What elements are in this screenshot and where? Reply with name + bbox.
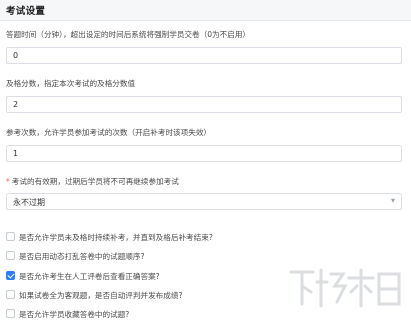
pass-score-label: 及格分数，指定本次考试的及格分数值 — [6, 79, 136, 88]
option-favorite-questions[interactable]: 是否允许学员收藏答卷中的试题? — [6, 304, 130, 319]
checkbox[interactable] — [6, 232, 15, 241]
checkbox[interactable] — [6, 290, 15, 299]
option-label: 如果试卷全为客观题，是否自动评判并发布成绩? — [19, 291, 183, 300]
option-label: 是否启用动态打乱答卷中的试题顺序? — [19, 252, 145, 261]
validity-label-text: 考试的有效期，过期后学员将不可再继续参加考试 — [11, 177, 179, 186]
checkbox-checked[interactable] — [6, 271, 15, 280]
option-retake-until-pass[interactable]: 是否允许学员未及格时持续补考，并直到及格后补考结束? — [6, 227, 213, 242]
section-header: 考试设置 — [0, 0, 411, 21]
option-label: 是否允许学员未及格时持续补考，并直到及格后补考结束? — [19, 233, 213, 242]
pass-score-value: 2 — [13, 100, 19, 109]
option-label: 是否允许学员收藏答卷中的试题? — [19, 310, 130, 319]
option-shuffle-questions[interactable]: 是否启用动态打乱答卷中的试题顺序? — [6, 246, 145, 261]
attempts-label: 参考次数，允许学员参加考试的次数（开启补考时该项失效） — [6, 128, 212, 137]
required-mark: * — [6, 177, 10, 186]
validity-select[interactable]: 永不过期 ▾ — [6, 193, 402, 210]
chevron-down-icon: ▾ — [390, 196, 395, 205]
option-view-answers[interactable]: 是否允许考生在人工评卷后查看正确答案? — [6, 266, 160, 281]
checkbox[interactable] — [6, 251, 15, 260]
validity-selected-value: 永不过期 — [13, 198, 45, 207]
option-label: 是否允许考生在人工评卷后查看正确答案? — [19, 272, 160, 281]
answer-time-input[interactable]: 0 — [6, 47, 402, 64]
watermark-logo — [289, 268, 401, 308]
answer-time-value: 0 — [13, 51, 19, 60]
attempts-input[interactable]: 1 — [6, 145, 402, 162]
attempts-value: 1 — [13, 149, 19, 158]
validity-label: * 考试的有效期，过期后学员将不可再继续参加考试 — [6, 176, 179, 187]
section-title: 考试设置 — [6, 6, 46, 17]
pass-score-input[interactable]: 2 — [6, 96, 402, 113]
option-auto-grade[interactable]: 如果试卷全为客观题，是否自动评判并发布成绩? — [6, 285, 183, 300]
answer-time-label: 答题时间（分钟），超出设定的时间后系统将强制学员交卷（0为不启用） — [6, 30, 251, 39]
